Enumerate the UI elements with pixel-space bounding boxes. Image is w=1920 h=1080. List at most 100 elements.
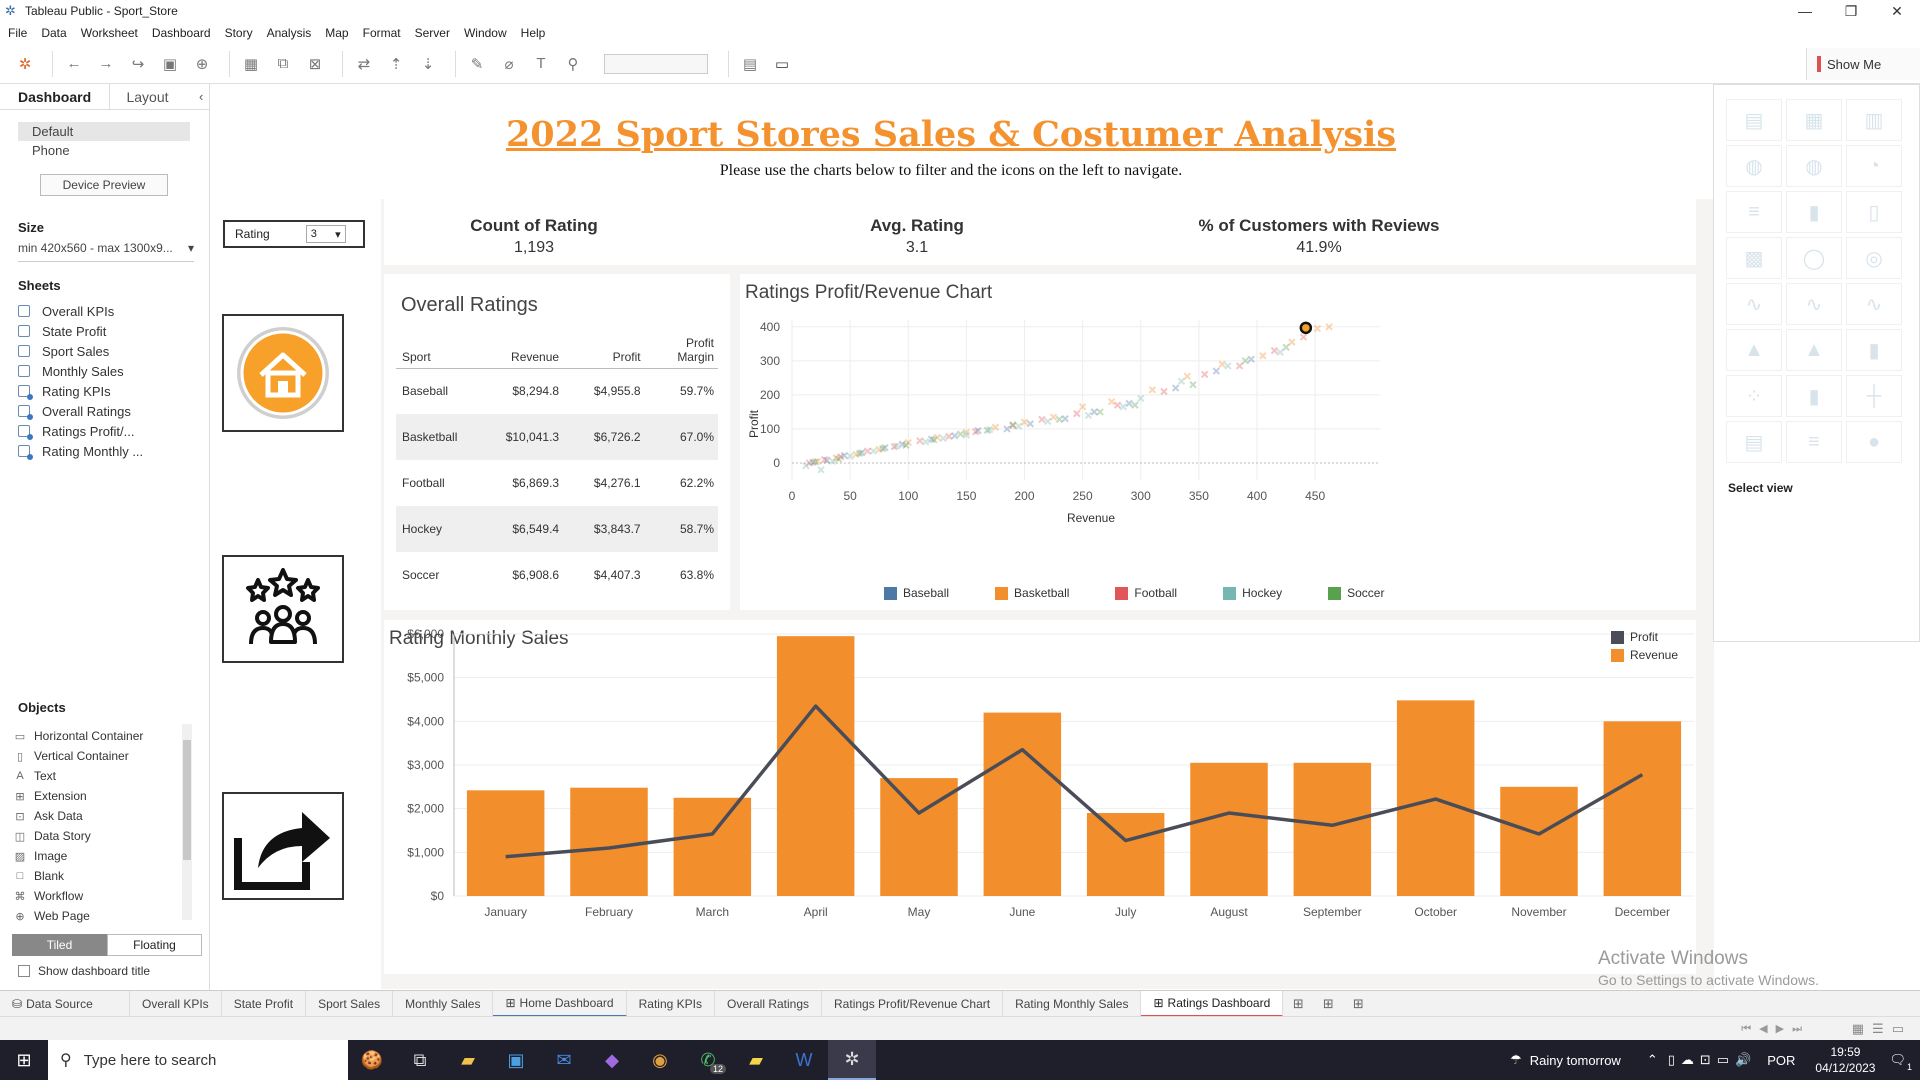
column-header[interactable]: Profit Margin — [644, 332, 718, 369]
sheet-tab[interactable]: Overall Ratings — [715, 990, 823, 1017]
new-data-source-icon[interactable]: ⊕ — [189, 51, 215, 77]
menu-help[interactable]: Help — [521, 26, 546, 40]
menu-story[interactable]: Story — [225, 26, 253, 40]
gingerbread-app-icon[interactable]: 🍪 — [348, 1040, 396, 1080]
object-item[interactable]: ⊕ Web Page — [0, 906, 180, 926]
highlight-icon[interactable]: ✎ — [464, 51, 490, 77]
new-story-tab-icon[interactable]: ⊞ — [1343, 991, 1373, 1017]
collapse-pane-icon[interactable]: ‹ — [199, 84, 209, 109]
show-title-checkbox[interactable] — [18, 965, 30, 977]
scatter-point[interactable] — [1113, 401, 1122, 409]
legend-item[interactable]: Soccer — [1328, 586, 1384, 600]
mail-icon[interactable]: ✉ — [540, 1040, 588, 1080]
sheet-tab[interactable]: ⊞ Home Dashboard — [493, 990, 627, 1017]
scatter-point[interactable] — [1038, 415, 1046, 424]
sheet-tab[interactable]: Overall KPIs — [130, 990, 222, 1017]
revenue-bar[interactable] — [1190, 762, 1268, 896]
sheet-tab[interactable]: Monthly Sales — [393, 990, 494, 1017]
sort-ascending-icon[interactable]: ⇡ — [383, 51, 409, 77]
minimize-icon[interactable]: — — [1782, 0, 1828, 22]
windows-start-icon[interactable]: ⊞ — [0, 1040, 48, 1080]
scatter-point[interactable] — [1009, 421, 1017, 429]
new-dashboard-tab-icon[interactable]: ⊞ — [1313, 991, 1343, 1017]
chart-type-thumbnail[interactable]: ∿ — [1846, 283, 1902, 325]
scatter-point[interactable] — [939, 434, 947, 443]
revenue-bar[interactable] — [1293, 762, 1372, 896]
device-preview-button[interactable]: Device Preview — [40, 174, 168, 196]
redo-icon[interactable]: → — [93, 51, 119, 77]
sheet-item[interactable]: Overall KPIs — [0, 301, 209, 321]
close-icon[interactable]: ✕ — [1874, 0, 1920, 22]
tableau-home-icon[interactable]: ✲ — [12, 51, 38, 77]
revenue-bar[interactable] — [1603, 721, 1682, 896]
new-worksheet-icon[interactable]: ▦ — [238, 51, 264, 77]
scatter-point[interactable] — [1183, 372, 1191, 380]
column-header[interactable]: Profit — [563, 332, 645, 369]
show-me-button[interactable]: Show Me — [1806, 48, 1920, 80]
chart-type-thumbnail[interactable]: ∿ — [1726, 283, 1782, 325]
scatter-point[interactable] — [1282, 343, 1290, 351]
table-row[interactable]: Basketball $10,041.3 $6,726.2 67.0% — [396, 414, 718, 460]
sheet-tab[interactable]: Rating Monthly Sales — [1003, 990, 1142, 1017]
scatter-point[interactable] — [1259, 352, 1267, 360]
scatter-point[interactable] — [951, 432, 959, 440]
scatter-point[interactable] — [1084, 411, 1093, 420]
device-default[interactable]: Default — [18, 122, 190, 141]
scatter-point[interactable] — [1090, 408, 1098, 416]
file-explorer-icon[interactable]: ▰ — [444, 1040, 492, 1080]
tray-icons[interactable]: ▯☁⊡▭🔊 — [1668, 1052, 1758, 1068]
sheet-item[interactable]: Rating KPIs — [0, 381, 209, 401]
language-indicator[interactable]: POR — [1767, 1053, 1795, 1068]
table-row[interactable]: Baseball $8,294.8 $4,955.8 59.7% — [396, 368, 718, 414]
scatter-point[interactable] — [1049, 413, 1058, 421]
clear-sheet-icon[interactable]: ⊠ — [302, 51, 328, 77]
scatter-point[interactable] — [1224, 362, 1232, 370]
sheet-view-icons[interactable]: ▦☰▭ — [1852, 1021, 1912, 1037]
scatter-point[interactable] — [1212, 367, 1221, 375]
menu-window[interactable]: Window — [464, 26, 507, 40]
chart-type-thumbnail[interactable]: ◍ — [1726, 145, 1782, 187]
revenue-bar[interactable] — [1086, 813, 1165, 896]
floating-button[interactable]: Floating — [107, 934, 202, 956]
sheet-item[interactable]: Sport Sales — [0, 341, 209, 361]
scatter-point[interactable] — [1235, 362, 1244, 370]
scrollbar-thumb[interactable] — [183, 740, 191, 860]
object-item[interactable]: ⌘ Workflow — [0, 886, 180, 906]
revenue-bar[interactable] — [1500, 786, 1578, 896]
taskbar-search[interactable]: ⚲ Type here to search — [48, 1040, 348, 1080]
menu-data[interactable]: Data — [41, 26, 66, 40]
size-dropdown[interactable]: min 420x560 - max 1300x9... ▾ — [18, 241, 194, 262]
legend-item[interactable]: Football — [1115, 586, 1177, 600]
sort-descending-icon[interactable]: ⇣ — [415, 51, 441, 77]
object-item[interactable]: □ Blank — [0, 866, 180, 886]
home-nav-button[interactable] — [222, 314, 344, 432]
revenue-bar[interactable] — [466, 790, 545, 896]
scatter-point[interactable] — [1218, 360, 1226, 368]
rating-filter[interactable]: Rating 3 ▾ — [223, 220, 365, 248]
objects-scrollbar[interactable] — [182, 724, 192, 920]
undo-icon[interactable]: ← — [61, 51, 87, 77]
scatter-point[interactable] — [1131, 401, 1139, 409]
scatter-point[interactable] — [1189, 380, 1197, 389]
save-icon[interactable]: ▣ — [157, 51, 183, 77]
chart-type-thumbnail[interactable]: ● — [1846, 421, 1902, 463]
rating-filter-dropdown[interactable]: 3 ▾ — [305, 225, 346, 243]
scatter-point[interactable] — [1160, 387, 1168, 396]
object-item[interactable]: ⊡ Ask Data — [0, 806, 180, 826]
scatter-point[interactable] — [1177, 377, 1186, 385]
table-row[interactable]: Soccer $6,908.6 $4,407.3 63.8% — [396, 552, 718, 598]
column-header[interactable]: Revenue — [473, 332, 564, 369]
scatter-point[interactable] — [869, 447, 878, 455]
menu-format[interactable]: Format — [363, 26, 401, 40]
scatter-point[interactable] — [1148, 386, 1157, 394]
chart-type-thumbnail[interactable]: ▮ — [1846, 329, 1902, 371]
sheet-item[interactable]: State Profit — [0, 321, 209, 341]
scatter-point[interactable] — [1014, 422, 1023, 430]
replay-icon[interactable]: ↪ — [125, 51, 151, 77]
chart-type-thumbnail[interactable]: ∿ — [1786, 283, 1842, 325]
object-item[interactable]: ◫ Data Story — [0, 826, 180, 846]
chart-type-thumbnail[interactable]: ▮ — [1786, 375, 1842, 417]
tab-layout[interactable]: Layout — [109, 84, 199, 109]
notifications-icon[interactable]: 🗨 1 — [1889, 1052, 1912, 1072]
sheet-item[interactable]: Monthly Sales — [0, 361, 209, 381]
